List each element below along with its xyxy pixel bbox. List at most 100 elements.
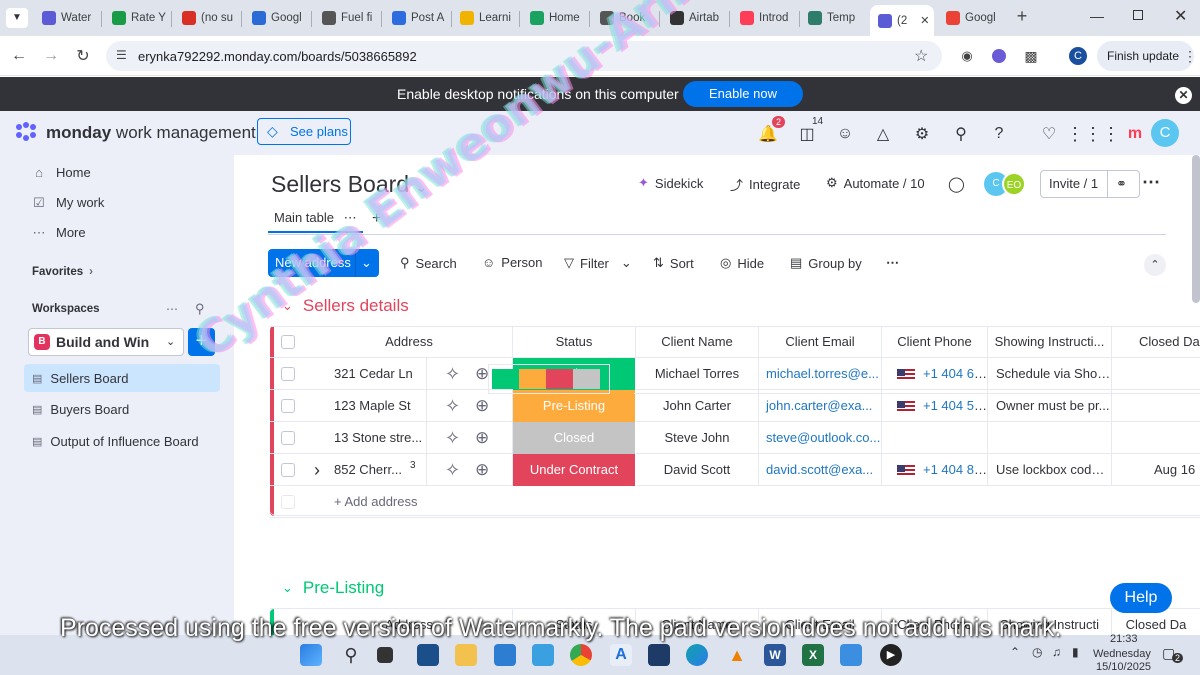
status-summary-segment[interactable] [519,369,546,389]
invite-button[interactable]: Invite / 1 ⚭ [1040,170,1140,198]
address-cell[interactable]: 321 Cedar Ln [306,358,426,390]
col-header-client-name[interactable]: Client Name [636,326,759,358]
closed-date-cell[interactable] [1112,390,1200,422]
col-header-status[interactable]: Status [513,326,636,358]
integrate-button[interactable]: ⤴ Integrate [730,175,800,194]
browser-tab[interactable]: Post A [384,5,448,31]
group-collapse-chevron-icon[interactable]: ⌄ [282,580,293,596]
extension-purple-icon[interactable] [988,45,1010,67]
status-cell[interactable]: Under Contract [513,454,636,486]
group-title-pre-listing[interactable]: ⌄ Pre-Listing [282,578,384,598]
monday-product-icon[interactable]: m [1124,123,1146,145]
sidebar-board-influence[interactable]: ▤ Output of Influence Board [24,427,220,455]
wifi-icon[interactable]: ◷ [1032,645,1042,659]
table-row[interactable]: › 852 Cherr... 3 ✧ ⊕ Under Contract David Scot… [270,454,1200,486]
restore-button[interactable] [1133,10,1143,20]
address-cell[interactable]: 123 Maple St [306,390,426,422]
add-item-row[interactable]: + Add address [270,486,1200,518]
vertical-scrollbar[interactable] [1192,155,1200,303]
ai-sparkle-icon[interactable]: ✧ [445,358,460,390]
search-icon[interactable]: ⚲ [950,123,972,145]
chevron-down-icon[interactable]: ⌄ [361,249,372,277]
excel-icon[interactable]: X [802,644,824,666]
client-phone-cell[interactable] [882,422,988,454]
ai-sparkle-icon[interactable]: ✧ [445,390,460,422]
nav-my-work[interactable]: ☑ My work [32,195,104,211]
address-bar[interactable]: ☰ erynka792292.monday.com/boards/5038665… [106,41,942,71]
address-cell[interactable]: 13 Stone stre... [306,422,426,454]
chrome-icon[interactable] [570,644,592,666]
client-phone-cell[interactable]: +1 404 557 [882,390,988,422]
workspace-selector[interactable]: B Build and Win ⌄ [28,328,184,356]
task-view-icon[interactable] [377,647,393,663]
workspace-options-icon[interactable]: ⋯ [166,302,178,316]
status-summary-segment[interactable] [573,369,600,389]
row-checkbox[interactable] [281,463,295,477]
group-collapse-chevron-icon[interactable]: ⌄ [282,298,293,314]
sidekick-button[interactable]: ✦ Sidekick [638,175,703,191]
add-workspace-item-button[interactable]: + [188,328,215,356]
vlc-icon[interactable]: ▲ [726,644,748,666]
help-button[interactable]: Help [1110,583,1172,613]
clock-date[interactable]: 15/10/2025 [1096,661,1151,673]
col-header-client-phone[interactable]: Client Phone [882,326,988,358]
ai-sparkle-icon[interactable]: ✧ [445,422,460,454]
client-name-cell[interactable]: Steve John [636,422,759,454]
sidebar-board-buyers[interactable]: ▤ Buyers Board [24,395,220,423]
invite-members-icon[interactable]: ☺ [834,123,856,145]
updates-chat-icon[interactable]: ◯ [948,175,965,193]
search-tool[interactable]: ⚲ Search [400,255,457,271]
clock-time[interactable]: 21:33 [1110,633,1138,645]
table-row[interactable]: 123 Maple St ✧ ⊕ Pre-Listing John Carter john… [270,390,1200,422]
site-settings-icon[interactable]: ☰ [116,48,127,62]
col-header-client-email[interactable]: Client Email [759,326,882,358]
ai-sparkle-icon[interactable]: ✧ [445,454,460,486]
browser-tab[interactable]: Learni [452,5,516,31]
person-filter[interactable]: ☺ Person [482,255,542,270]
board-more-options-icon[interactable]: ⋯ [1142,172,1160,193]
browser-tab[interactable]: Home [522,5,586,31]
client-name-cell[interactable]: David Scott [636,454,759,486]
browser-tab[interactable]: Temp [800,5,864,31]
new-item-button[interactable]: New address ⌄ [268,249,379,277]
edge-icon[interactable] [686,644,708,666]
browser-menu-icon[interactable]: ⋮ [1183,48,1197,65]
add-view-button[interactable]: + [372,210,381,228]
client-phone-cell[interactable]: +1 404 886 [882,454,988,486]
see-plans-button[interactable]: ◇ See plans [257,118,351,145]
app-icon[interactable] [648,644,670,666]
more-tools-icon[interactable]: ⋯ [886,255,899,271]
showing-instructions-cell[interactable]: Owner must be pr... [988,390,1112,422]
board-title[interactable]: Sellers Board ⌄ [271,171,427,198]
client-email-cell[interactable]: david.scott@exa... [759,454,882,486]
windows-start-icon[interactable] [300,644,322,666]
col-header-address[interactable]: Address [306,326,513,358]
photos-icon[interactable] [840,644,862,666]
add-update-icon[interactable]: ⊕ [475,422,489,454]
close-window-button[interactable]: ✕ [1174,6,1187,26]
word-icon[interactable]: W [764,644,786,666]
client-email-cell[interactable]: steve@outlook.co... [759,422,882,454]
camera-icon[interactable]: ◉ [956,45,978,67]
sticky-notes-icon[interactable] [532,644,554,666]
row-checkbox[interactable] [281,431,295,445]
reload-icon[interactable]: ↻ [72,45,94,67]
browser-tab[interactable]: Rate Y [104,5,168,31]
tab-search-button[interactable]: ▼ [6,8,28,28]
close-tab-icon[interactable]: ✕ [920,14,929,27]
browser-tab[interactable]: Googl [244,5,308,31]
add-update-icon[interactable]: ⊕ [475,390,489,422]
add-address-link[interactable]: + Add address [334,486,417,518]
browser-tab[interactable]: Googl [938,5,1002,31]
showing-instructions-cell[interactable] [988,422,1112,454]
select-all-checkbox[interactable] [281,335,295,349]
volume-icon[interactable]: ♫ [1052,645,1061,659]
tab-main-table[interactable]: Main table ⋯ [268,203,363,233]
clock-day[interactable]: Wednesday [1093,648,1151,660]
browser-tab[interactable]: Water [34,5,98,31]
user-avatar[interactable]: C [1151,119,1179,147]
nav-more[interactable]: ⋯ More [32,225,86,241]
collapse-toolbar-icon[interactable]: ⌃ [1144,254,1166,276]
browser-tab[interactable]: Book [592,5,656,31]
showing-instructions-cell[interactable]: Use lockbox code ... [988,454,1112,486]
